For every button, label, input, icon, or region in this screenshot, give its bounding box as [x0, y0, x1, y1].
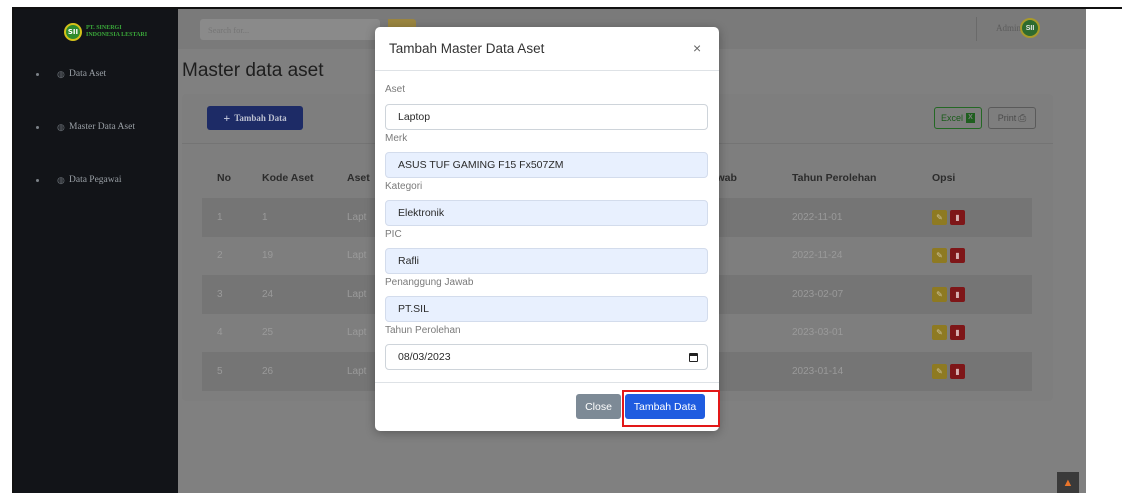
field-label-merk: Merk — [385, 133, 408, 144]
print-label: Print — [997, 113, 1017, 123]
sidebar-item-label: Master Data Aset — [69, 122, 135, 132]
add-data-label: Tambah Data — [234, 113, 287, 123]
field-label-penanggung-jawab: Penanggung Jawab — [385, 277, 474, 288]
field-label-pic: PIC — [385, 229, 402, 240]
tahun-perolehan-date-input[interactable]: 08/03/2023 — [385, 344, 708, 370]
col-header-kode-aset[interactable]: Kode Aset — [247, 158, 332, 198]
trash-icon[interactable]: ▮ — [950, 363, 965, 379]
cell-tahun: 2023-03-01 — [777, 313, 917, 352]
cell-opsi: ✎ ▮ — [917, 198, 1032, 237]
cell-opsi: ✎ ▮ — [917, 313, 1032, 352]
cell-kode: 25 — [247, 313, 332, 352]
palette-icon: ◍ — [57, 68, 65, 79]
col-header-no[interactable]: No — [202, 158, 247, 198]
cell-no: 3 — [202, 275, 247, 314]
trash-icon[interactable]: ▮ — [950, 325, 965, 341]
cell-tahun: 2023-02-07 — [777, 275, 917, 314]
trash-icon[interactable]: ▮ — [950, 248, 965, 264]
date-value: 08/03/2023 — [398, 351, 451, 363]
calendar-icon[interactable] — [689, 353, 698, 362]
modal-footer-divider — [375, 382, 719, 383]
trash-icon[interactable]: ▮ — [950, 209, 965, 225]
cell-opsi: ✎ ▮ — [917, 275, 1032, 314]
sidebar-item-data-pegawai[interactable]: ◍ Data Pegawai — [14, 170, 178, 190]
cell-kode: 1 — [247, 198, 332, 237]
edit-icon[interactable]: ✎ — [932, 363, 947, 379]
topbar-divider — [976, 17, 977, 41]
kategori-input[interactable]: Elektronik — [385, 200, 708, 226]
cell-tahun: 2022-11-24 — [777, 236, 917, 275]
modal-title: Tambah Master Data Aset — [389, 41, 545, 56]
cell-opsi: ✎ ▮ — [917, 236, 1032, 275]
brand-line-1: PT. SINERGI — [86, 25, 122, 31]
fire-icon[interactable]: ▲ — [1057, 472, 1079, 493]
field-label-tahun-perolehan: Tahun Perolehan — [385, 325, 461, 336]
edit-icon[interactable]: ✎ — [932, 248, 947, 264]
cell-kode: 19 — [247, 236, 332, 275]
brand-text: PT. SINERGI INDONESIA LESTARI — [86, 25, 147, 39]
cell-tahun: 2023-01-14 — [777, 352, 917, 391]
plus-icon: + — [223, 110, 231, 125]
excel-icon: X — [966, 113, 975, 123]
pic-input[interactable]: Rafli — [385, 248, 708, 274]
close-icon[interactable]: × — [693, 40, 701, 56]
printer-icon: ⎙ — [1018, 112, 1027, 124]
sidebar-item-label: Data Pegawai — [69, 175, 122, 185]
col-header-opsi: Opsi — [932, 172, 956, 184]
edit-icon[interactable]: ✎ — [932, 325, 947, 341]
cell-tahun: 2022-11-01 — [777, 198, 917, 237]
brand[interactable]: SII PT. SINERGI INDONESIA LESTARI — [64, 21, 147, 43]
cell-kode: 24 — [247, 275, 332, 314]
submit-add-data-button[interactable]: Tambah Data — [625, 394, 705, 419]
penanggung-jawab-input[interactable]: PT.SIL — [385, 296, 708, 322]
user-name[interactable]: Admin — [996, 23, 1021, 33]
cell-kode: 26 — [247, 352, 332, 391]
excel-button[interactable]: Excel X — [934, 107, 982, 129]
merk-input[interactable]: ASUS TUF GAMING F15 Fx507ZM — [385, 152, 708, 178]
page-title: Master data aset — [182, 60, 324, 81]
sidebar-item-label: Data Aset — [69, 69, 107, 79]
cell-no: 2 — [202, 236, 247, 275]
bullet-icon — [36, 125, 39, 129]
col-header-tahun-perolehan[interactable]: Tahun Perolehan — [777, 158, 917, 198]
edit-icon[interactable]: ✎ — [932, 286, 947, 302]
bullet-icon — [36, 178, 39, 182]
screenshot-frame: SII PT. SINERGI INDONESIA LESTARI ◍ Data… — [0, 0, 1122, 493]
palette-icon: ◍ — [57, 174, 65, 185]
search-input[interactable] — [200, 19, 380, 40]
palette-icon: ◍ — [57, 121, 65, 132]
cell-opsi: ✎ ▮ — [917, 352, 1032, 391]
aset-input[interactable]: Laptop — [385, 104, 708, 130]
sidebar-item-data-aset[interactable]: ◍ Data Aset — [14, 64, 178, 84]
sidebar: SII PT. SINERGI INDONESIA LESTARI ◍ Data… — [14, 9, 178, 493]
sidebar-item-master-data-aset[interactable]: ◍ Master Data Aset — [14, 117, 178, 137]
brand-logo-icon: SII — [64, 23, 82, 41]
bullet-icon — [36, 72, 39, 76]
modal-header: Tambah Master Data Aset × — [375, 27, 719, 71]
avatar[interactable]: SII — [1020, 18, 1040, 38]
edit-icon[interactable]: ✎ — [932, 209, 947, 225]
field-label-kategori: Kategori — [385, 181, 423, 192]
add-data-button[interactable]: + Tambah Data — [207, 106, 303, 130]
field-label-aset: Aset — [385, 84, 406, 95]
excel-label: Excel — [940, 113, 963, 123]
add-asset-modal: Tambah Master Data Aset × Aset Laptop Me… — [375, 27, 719, 431]
close-button[interactable]: Close — [576, 394, 621, 419]
cell-no: 1 — [202, 198, 247, 237]
print-button[interactable]: Print ⎙ — [988, 107, 1036, 129]
cell-no: 5 — [202, 352, 247, 391]
cell-no: 4 — [202, 313, 247, 352]
trash-icon[interactable]: ▮ — [950, 286, 965, 302]
brand-line-2: INDONESIA LESTARI — [86, 32, 148, 38]
